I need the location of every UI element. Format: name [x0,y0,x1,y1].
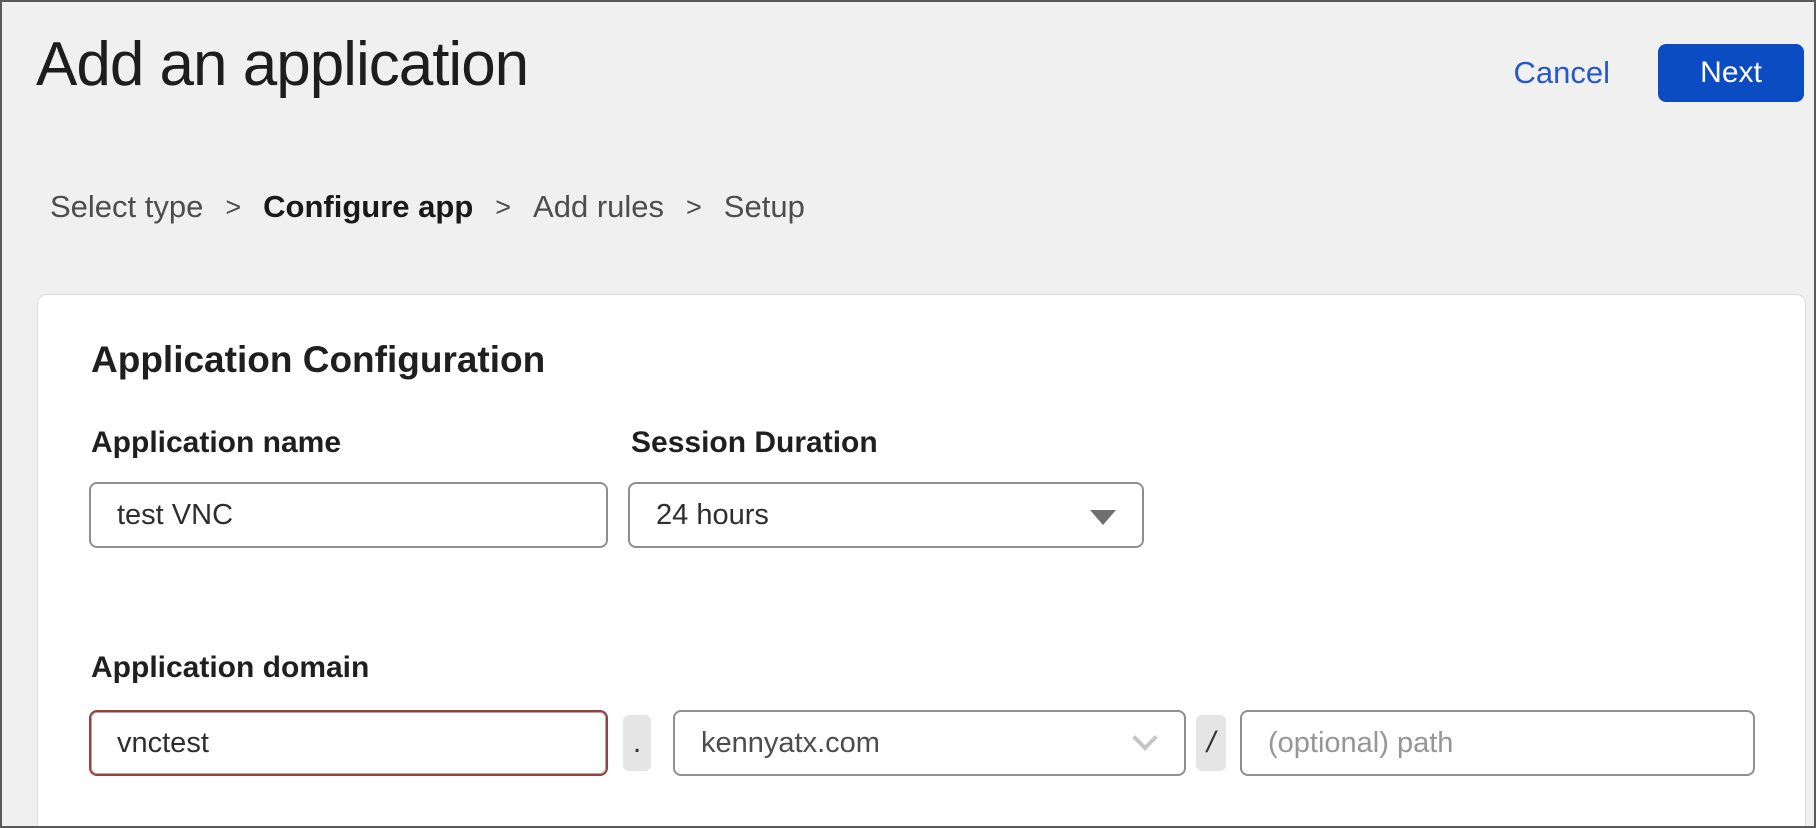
cancel-button[interactable]: Cancel [1506,51,1619,95]
application-name-input[interactable] [89,482,608,548]
chevron-down-icon [1132,725,1157,750]
header-actions: Cancel Next [1506,44,1805,102]
subdomain-input[interactable] [89,710,608,776]
session-duration-label: Session Duration [631,426,878,460]
step-configure-app[interactable]: Configure app [263,185,473,229]
next-button[interactable]: Next [1658,44,1804,102]
breadcrumb-separator: > [225,185,241,229]
dot-separator: . [623,715,651,771]
page-title: Add an application [36,28,528,102]
domain-select-value: kennyatx.com [701,727,880,760]
add-application-window: Add an application Cancel Next Select ty… [0,0,1816,828]
path-input[interactable] [1240,710,1755,776]
configuration-card: Application Configuration Application na… [37,294,1806,826]
application-domain-label: Application domain [91,651,369,685]
step-add-rules[interactable]: Add rules [533,185,664,229]
slash-separator: / [1196,715,1226,771]
session-duration-value: 24 hours [656,499,769,532]
session-duration-select[interactable]: 24 hours [628,482,1144,548]
breadcrumb-separator: > [495,185,511,229]
section-title: Application Configuration [91,339,545,381]
domain-select[interactable]: kennyatx.com [673,710,1186,776]
step-setup[interactable]: Setup [724,185,805,229]
step-select-type[interactable]: Select type [50,185,203,229]
application-name-label: Application name [91,426,341,460]
caret-down-icon [1090,510,1116,525]
breadcrumb-separator: > [686,185,702,229]
breadcrumb: Select type > Configure app > Add rules … [50,185,805,229]
